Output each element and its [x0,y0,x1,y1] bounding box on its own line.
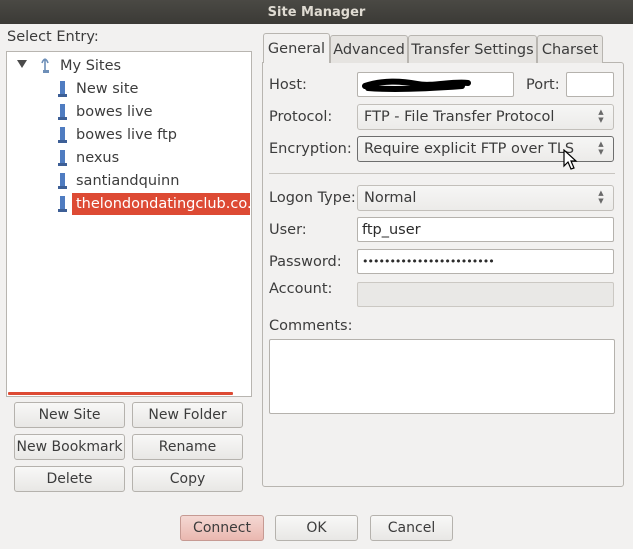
copy-button[interactable]: Copy [132,466,243,492]
protocol-value: FTP - File Transfer Protocol [364,109,555,125]
ok-button[interactable]: OK [275,515,358,541]
tree-item-new-site[interactable]: New site [57,78,138,100]
new-folder-button[interactable]: New Folder [132,402,243,428]
host-input[interactable] [357,72,514,97]
encryption-value: Require explicit FTP over TLS [364,141,575,157]
expander-arrow-icon[interactable] [16,58,28,70]
protocol-label: Protocol: [269,109,333,125]
tab-charset[interactable]: Charset [537,35,603,63]
tab-label: Advanced [333,41,405,58]
port-input[interactable] [566,72,614,97]
connect-button[interactable]: Connect [180,515,264,541]
folder-icon [41,58,49,73]
tree-item-thelondondatingclub[interactable]: thelondondatingclub.co.uk [72,193,250,215]
tree-item-label: New site [76,81,139,97]
tab-label: Transfer Settings [411,41,534,58]
tree-item-label: nexus [76,150,120,166]
tree-item-label: bowes live [76,104,153,120]
site-icon [58,173,67,189]
tab-transfer-settings[interactable]: Transfer Settings [408,35,537,63]
password-label: Password: [269,254,342,270]
tab-label: General [267,40,326,57]
redacted-scribble [362,78,471,92]
protocol-select[interactable]: FTP - File Transfer Protocol ▲ ▼ [357,104,614,130]
logon-type-label: Logon Type: [269,190,356,206]
tree-item-santiandquinn[interactable]: santiandquinn [57,170,179,192]
tree-item-label: santiandquinn [76,173,180,189]
logon-type-value: Normal [364,190,417,206]
tab-general[interactable]: General [263,33,330,63]
site-icon [58,127,67,143]
rename-button[interactable]: Rename [132,434,243,460]
spin-arrows-icon: ▲ ▼ [598,140,604,156]
site-icon [58,104,67,120]
tab-advanced[interactable]: Advanced [330,35,408,63]
encryption-label: Encryption: [269,141,352,157]
spin-arrows-icon: ▲ ▼ [598,108,604,124]
new-bookmark-button[interactable]: New Bookmark [14,434,125,460]
spin-arrows-icon: ▲ ▼ [598,189,604,205]
tree-item-bowes-live-ftp[interactable]: bowes live ftp [57,124,177,146]
site-icon [58,150,67,166]
user-label: User: [269,222,307,238]
tree-horizontal-scrollbar[interactable] [8,392,233,395]
tree-item-label: bowes live ftp [76,127,177,143]
host-label: Host: [269,77,307,93]
port-label: Port: [526,77,560,93]
tree-item-label: My Sites [60,58,122,74]
tab-label: Charset [541,41,599,58]
comments-label: Comments: [269,318,353,334]
tree-item-my-sites[interactable]: My Sites [41,55,121,77]
window-title: Site Manager [267,4,366,20]
new-site-button[interactable]: New Site [14,402,125,428]
delete-button[interactable]: Delete [14,466,125,492]
tree-item-bowes-live[interactable]: bowes live [57,101,153,123]
logon-type-select[interactable]: Normal ▲ ▼ [357,185,614,211]
account-input [357,282,614,307]
tree-item-nexus[interactable]: nexus [57,147,119,169]
site-icon [58,81,67,97]
separator [269,173,615,174]
cancel-button[interactable]: Cancel [370,515,453,541]
select-entry-label: Select Entry: [7,29,99,45]
password-input[interactable]: •••••••••••••••••••••••• [357,249,614,274]
tree-item-label: thelondondatingclub.co.uk [76,196,250,212]
account-label: Account: [269,281,333,297]
tree-item-icon-slot [57,193,72,215]
window-titlebar: Site Manager [0,0,633,24]
user-input[interactable]: ftp_user [357,217,614,242]
site-icon [58,196,67,212]
comments-textarea[interactable] [269,339,615,414]
mouse-cursor-icon [563,149,578,170]
